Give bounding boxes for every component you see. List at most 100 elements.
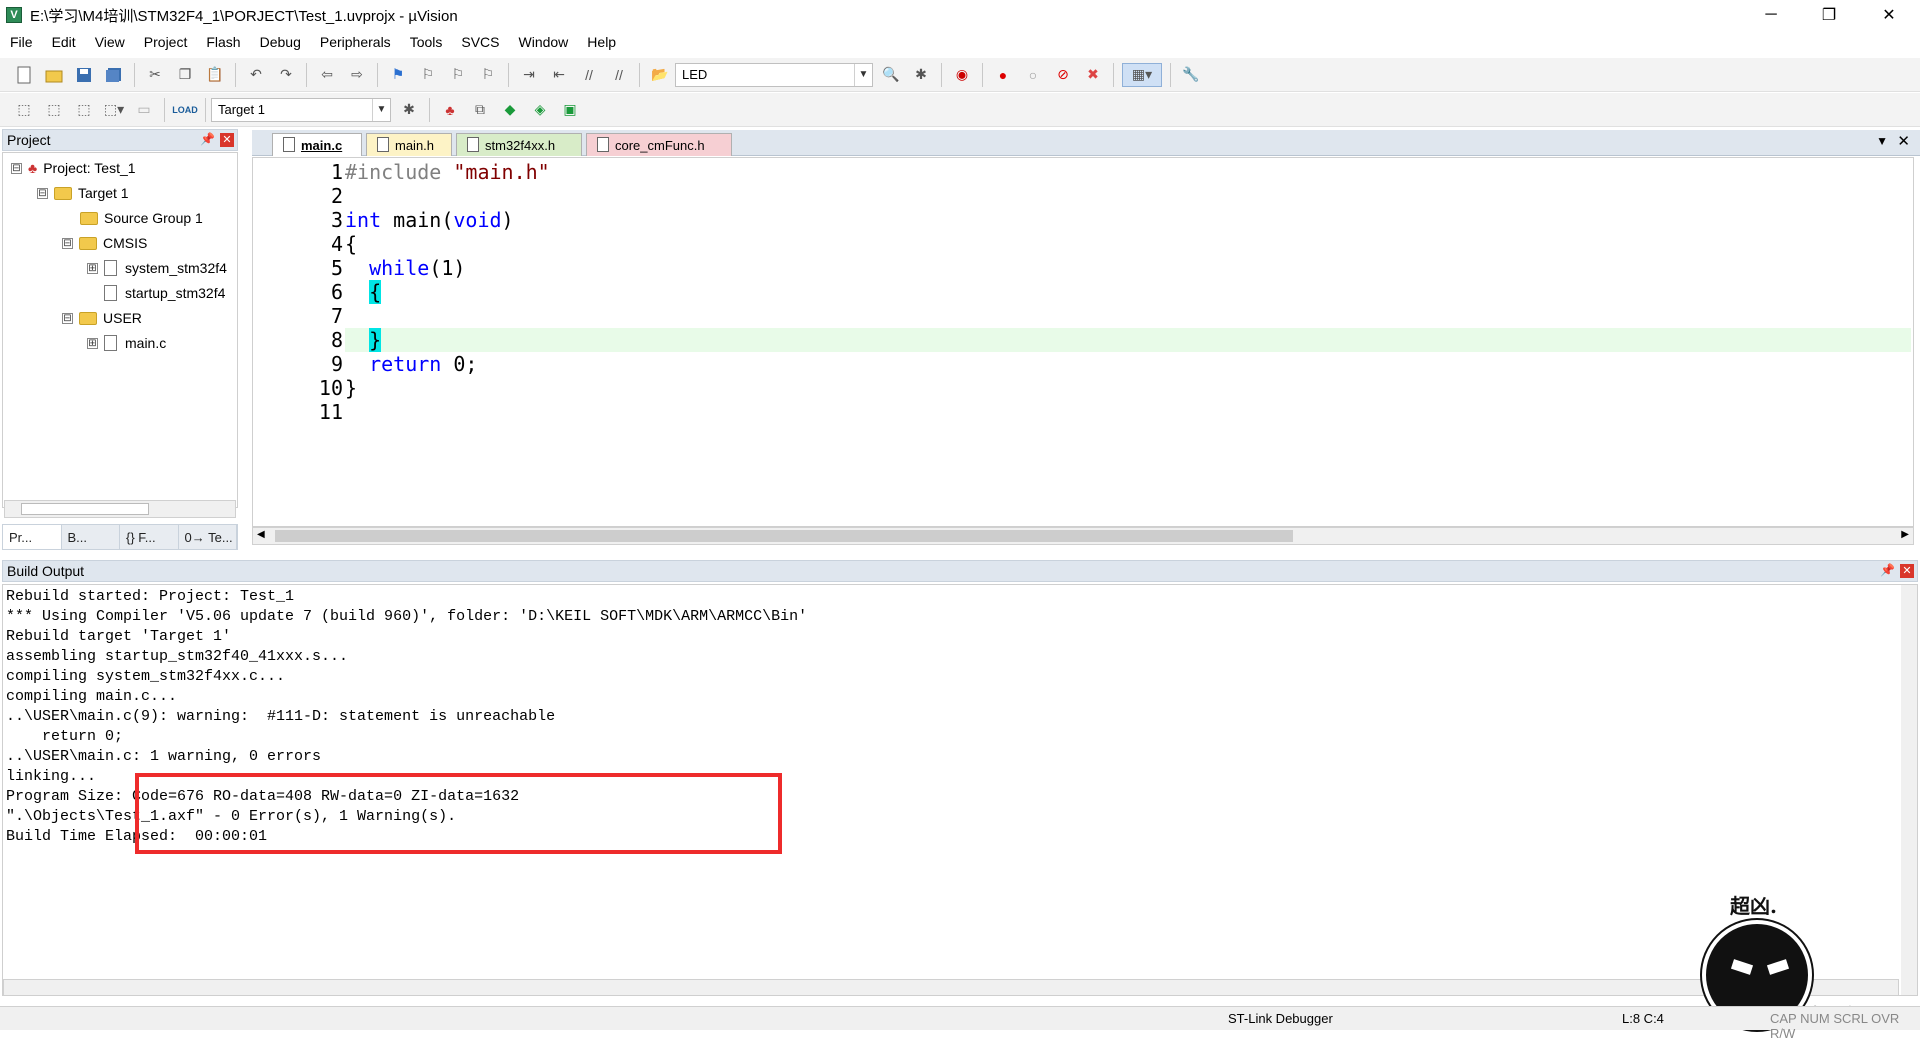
editor-horizontal-scrollbar[interactable]: ◀ ▶ (252, 527, 1914, 545)
unindent-icon[interactable]: ⇤ (547, 63, 571, 87)
menu-edit[interactable]: Edit (42, 34, 85, 50)
manage-runtime-environment-icon[interactable]: ▣ (558, 98, 582, 122)
new-file-icon[interactable] (12, 63, 36, 87)
menu-file[interactable]: File (0, 34, 42, 50)
insert-breakpoint-icon[interactable]: ● (991, 63, 1015, 87)
chevron-down-icon[interactable]: ▼ (372, 98, 390, 121)
menu-tools[interactable]: Tools (400, 34, 452, 50)
project-horizontal-scrollbar[interactable] (4, 500, 236, 518)
tree-item-project[interactable]: ⊟ ♣ Project: Test_1 (11, 157, 136, 179)
bookmark-icon[interactable]: ⚑ (386, 63, 410, 87)
tab-project[interactable]: Pr... (3, 525, 62, 549)
cut-icon[interactable]: ✂ (143, 63, 167, 87)
menu-view[interactable]: View (85, 34, 134, 50)
debug-session-icon[interactable]: ◉ (950, 63, 974, 87)
tree-item-startup-file[interactable]: startup_stm32f4 (104, 282, 225, 304)
menu-help[interactable]: Help (577, 34, 625, 50)
indent-icon[interactable]: ⇥ (517, 63, 541, 87)
restore-button[interactable]: ❐ (1806, 0, 1852, 30)
tab-core-cmfunc-h[interactable]: core_cmFunc.h (586, 133, 732, 156)
menu-svcs[interactable]: SVCS (451, 34, 508, 50)
build-icon[interactable]: ⬚ (42, 98, 66, 122)
stop-build-icon[interactable]: ▭ (132, 98, 156, 122)
tab-stm32f4xx-h[interactable]: stm32f4xx.h (456, 133, 582, 156)
navigate-back-icon[interactable]: ⇦ (315, 63, 339, 87)
tree-item-main-c[interactable]: ⊞ main.c (87, 332, 166, 354)
comment-icon[interactable]: // (577, 63, 601, 87)
code-line[interactable]: } (345, 328, 1911, 352)
open-folder-icon[interactable] (42, 63, 66, 87)
code-line[interactable]: #include "main.h" (345, 160, 1911, 184)
find-in-files-icon[interactable]: 📂 (648, 63, 672, 87)
save-all-icon[interactable] (102, 63, 126, 87)
build-horizontal-scrollbar[interactable] (3, 979, 1899, 995)
tree-item-source-group[interactable]: Source Group 1 (80, 207, 203, 229)
bookmark-clear-icon[interactable]: ⚐ (476, 63, 500, 87)
scrollbar-thumb[interactable] (275, 530, 1293, 542)
code-line[interactable]: return 0; (345, 352, 1911, 376)
manage-multiproject-icon[interactable]: ⧉ (468, 98, 492, 122)
collapse-icon[interactable]: ⊟ (62, 237, 73, 249)
build-vertical-scrollbar[interactable] (1901, 585, 1917, 995)
close-panel-icon[interactable]: ✕ (220, 133, 234, 147)
save-icon[interactable] (72, 63, 96, 87)
close-window-button[interactable]: ✕ (1866, 0, 1912, 30)
menu-peripherals[interactable]: Peripherals (310, 34, 400, 50)
pin-icon[interactable]: 📌 (1880, 563, 1895, 577)
configure-icon[interactable]: 🔧 (1179, 63, 1203, 87)
rebuild-icon[interactable]: ⬚ (72, 98, 96, 122)
incremental-find-icon[interactable]: ✱ (909, 63, 933, 87)
code-line[interactable] (345, 184, 1911, 208)
tab-templates[interactable]: 0→ Te... (179, 525, 237, 549)
tab-main-c[interactable]: main.c (272, 133, 362, 156)
pack-installer-icon[interactable]: ◆ (498, 98, 522, 122)
code-line[interactable] (345, 304, 1911, 328)
disable-all-breakpoints-icon[interactable]: ⊘ (1051, 63, 1075, 87)
scroll-right-icon[interactable]: ▶ (1901, 529, 1909, 540)
expand-icon[interactable]: ⊞ (87, 262, 98, 274)
find-icon[interactable]: 🔍 (879, 63, 903, 87)
scroll-left-icon[interactable]: ◀ (257, 529, 265, 540)
code-line[interactable]: int main(void) (345, 208, 1911, 232)
close-panel-icon[interactable]: ✕ (1900, 564, 1914, 578)
undo-icon[interactable]: ↶ (244, 63, 268, 87)
menu-window[interactable]: Window (509, 34, 578, 50)
kill-all-breakpoints-icon[interactable]: ✖ (1081, 63, 1105, 87)
collapse-icon[interactable]: ⊟ (11, 162, 22, 174)
tree-item-user[interactable]: ⊟ USER (62, 307, 142, 329)
bookmark-prev-icon[interactable]: ⚐ (416, 63, 440, 87)
uncomment-icon[interactable]: // (607, 63, 631, 87)
code-line[interactable]: { (345, 232, 1911, 256)
minimize-button[interactable]: ─ (1748, 0, 1794, 30)
collapse-icon[interactable]: ⊟ (62, 312, 73, 324)
select-packs-icon[interactable]: ◈ (528, 98, 552, 122)
bookmark-next-icon[interactable]: ⚐ (446, 63, 470, 87)
window-layout-icon[interactable]: ▦▾ (1122, 62, 1162, 87)
pin-icon[interactable]: 📌 (200, 132, 215, 146)
disable-breakpoint-icon[interactable]: ○ (1021, 63, 1045, 87)
collapse-icon[interactable]: ⊟ (37, 187, 48, 199)
code-editor[interactable]: 1 2 3 4 5 6 7 8 9 10 11 #include "main.h" int main(… (252, 157, 1914, 527)
menu-project[interactable]: Project (134, 34, 197, 50)
manage-project-items-icon[interactable]: ♣ (438, 98, 462, 122)
tab-books[interactable]: B... (62, 525, 120, 549)
menu-debug[interactable]: Debug (250, 34, 310, 50)
target-options-icon[interactable]: ✱ (397, 98, 421, 122)
scrollbar-thumb[interactable] (21, 503, 149, 515)
tab-main-h[interactable]: main.h (366, 133, 452, 156)
tree-item-cmsis[interactable]: ⊟ CMSIS (62, 232, 147, 254)
find-combo[interactable]: LED ▼ (675, 62, 873, 87)
load-download-icon[interactable]: LOAD (172, 98, 198, 122)
code-line[interactable]: } (345, 376, 1911, 400)
code-line[interactable]: while(1) (345, 256, 1911, 280)
paste-icon[interactable]: 📋 (203, 63, 227, 87)
chevron-down-icon[interactable]: ▼ (854, 63, 872, 86)
translate-icon[interactable]: ⬚ (12, 98, 36, 122)
menu-flash[interactable]: Flash (196, 34, 249, 50)
copy-icon[interactable]: ❐ (173, 63, 197, 87)
tree-item-target[interactable]: ⊟ Target 1 (37, 182, 129, 204)
tab-functions[interactable]: {} F... (120, 525, 179, 549)
target-combo[interactable]: Target 1 ▼ (211, 97, 391, 122)
batch-build-icon[interactable]: ⬚▾ (102, 98, 126, 122)
navigate-forward-icon[interactable]: ⇨ (345, 63, 369, 87)
